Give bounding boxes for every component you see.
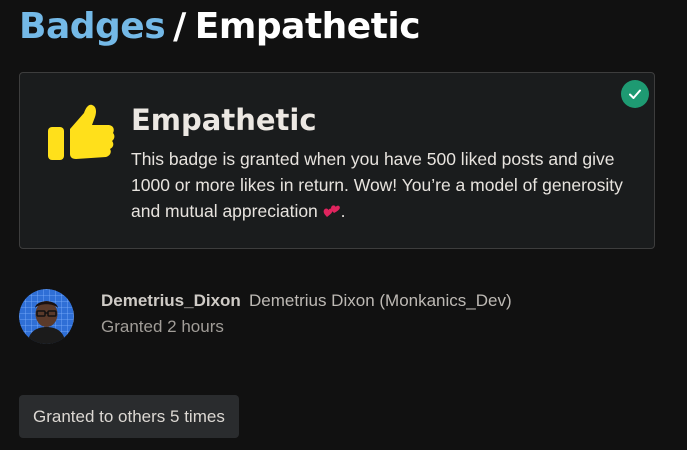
two-hearts-icon [323,201,341,217]
badge-description-text: This badge is granted when you have 500 … [131,149,623,221]
thumbs-up-icon [46,103,116,163]
granted-time: Granted 2 hours [101,317,224,336]
badge-description-end: . [340,201,346,221]
grant-row: Demetrius_Dixon Demetrius Dixon (Monkani… [19,289,659,345]
badge-name: Empathetic [131,103,317,137]
breadcrumb: Badges / Empathetic [19,6,421,47]
granted-to-others-label: Granted to others 5 times [33,406,225,426]
granted-check-icon [621,80,649,108]
breadcrumb-separator: / [173,6,186,47]
username-link[interactable]: Demetrius_Dixon [101,291,241,311]
breadcrumb-badges-link[interactable]: Badges [19,6,166,47]
page-title: Empathetic [194,6,421,47]
user-full-name: Demetrius Dixon (Monkanics_Dev) [249,291,512,310]
badge-page: Badges / Empathetic Empathetic This badge … [0,0,687,450]
badge-description: This badge is granted when you have 500 … [131,146,631,224]
granted-to-others-button[interactable]: Granted to others 5 times [19,395,239,438]
avatar[interactable] [19,289,74,344]
badge-card: Empathetic This badge is granted when yo… [19,72,655,249]
